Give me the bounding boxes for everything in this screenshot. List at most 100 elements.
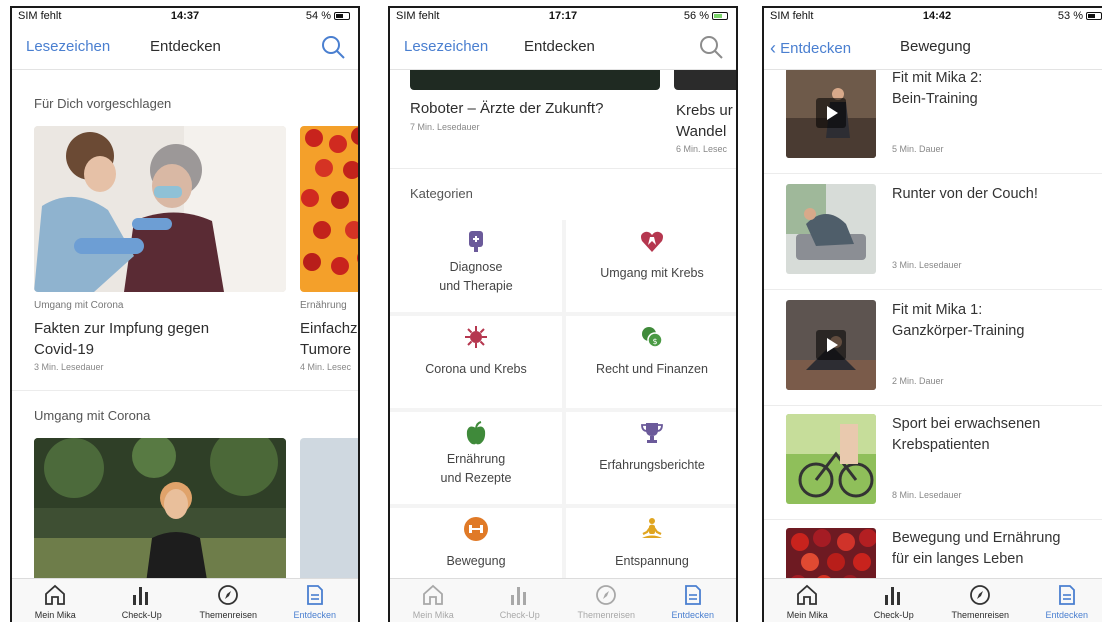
tab-label: Entdecken bbox=[293, 610, 337, 620]
nav-bar: Lesezeichen Entdecken bbox=[12, 26, 358, 70]
article-card[interactable]: Umgang mit Corona Fakten zur Impfung geg… bbox=[34, 126, 286, 386]
battery-icon bbox=[1086, 12, 1102, 21]
item-duration: 2 Min. Dauer bbox=[892, 376, 944, 386]
back-button[interactable]: ‹ Entdecken bbox=[770, 38, 851, 59]
category-ernaehrung[interactable]: Ernährung und Rezepte bbox=[390, 412, 562, 504]
article-image-partial[interactable] bbox=[674, 70, 736, 90]
chevron-left-icon: ‹ bbox=[770, 38, 776, 58]
article-category: Ernährung bbox=[300, 300, 347, 311]
tab-mein-mika[interactable]: Mein Mika bbox=[12, 579, 99, 622]
category-diagnose[interactable]: Diagnose und Therapie bbox=[390, 220, 562, 312]
category-corona[interactable]: Corona und Krebs bbox=[390, 316, 562, 408]
article-reading-time: 4 Min. Lesec bbox=[300, 362, 352, 372]
article-title[interactable]: Krebs ur Wandel bbox=[676, 100, 733, 142]
article-card[interactable]: Ernährung Einfachz Tumore 4 Min. Lesec bbox=[300, 126, 358, 386]
list-item[interactable]: Bewegung und Ernährung für ein langes Le… bbox=[764, 524, 1102, 578]
list-item[interactable]: Runter von der Couch! 3 Min. Lesedauer bbox=[764, 180, 1102, 290]
apple-icon bbox=[466, 421, 486, 445]
back-label: Entdecken bbox=[780, 40, 852, 57]
battery-label: 53 % bbox=[1057, 10, 1083, 22]
article-image-woman-park[interactable] bbox=[34, 438, 286, 578]
article-thumbnail bbox=[786, 528, 876, 578]
tab-mein-mika[interactable]: Mein Mika bbox=[390, 579, 477, 622]
category-grid: Diagnose und Therapie Umgang mit Krebs C… bbox=[390, 220, 736, 578]
play-icon bbox=[816, 98, 846, 128]
divider bbox=[12, 390, 358, 391]
bookmarks-link[interactable]: Lesezeichen bbox=[26, 38, 110, 55]
compass-icon bbox=[970, 585, 991, 605]
content: Fit mit Mika 2: Bein-Training 5 Min. Dau… bbox=[764, 70, 1102, 578]
article-category: Umgang mit Corona bbox=[34, 300, 124, 311]
section-heading-categories: Kategorien bbox=[410, 186, 473, 201]
category-label: Entspannung bbox=[615, 554, 689, 568]
battery-status: 53 % bbox=[1058, 10, 1102, 22]
tab-check-up[interactable]: Check-Up bbox=[851, 579, 938, 622]
tab-check-up[interactable]: Check-Up bbox=[99, 579, 186, 622]
tab-label: Themenreisen bbox=[577, 610, 636, 620]
status-bar: SIM fehlt 17:17 56 % bbox=[390, 8, 736, 26]
category-umgang-mit-krebs[interactable]: Umgang mit Krebs bbox=[566, 220, 736, 312]
category-label: Erfahrungsberichte bbox=[599, 458, 705, 472]
content: Roboter – Ärzte der Zukunft? 7 Min. Lese… bbox=[390, 70, 736, 578]
category-label: Umgang mit Krebs bbox=[600, 266, 704, 280]
trophy-icon bbox=[641, 423, 663, 443]
list-item[interactable]: Sport bei erwachsenen Krebspatienten 8 M… bbox=[764, 410, 1102, 520]
tab-entdecken[interactable]: Entdecken bbox=[650, 579, 737, 622]
tab-label: Mein Mika bbox=[786, 610, 828, 620]
document-icon bbox=[1058, 585, 1075, 605]
virus-icon bbox=[465, 326, 487, 348]
svg-text:$: $ bbox=[653, 337, 658, 346]
battery-label: 54 % bbox=[305, 10, 331, 22]
tab-mein-mika[interactable]: Mein Mika bbox=[764, 579, 851, 622]
article-thumbnail bbox=[786, 184, 876, 274]
tab-themenreisen[interactable]: Themenreisen bbox=[937, 579, 1024, 622]
bookmarks-link[interactable]: Lesezeichen bbox=[404, 38, 488, 55]
coins-icon: $ bbox=[642, 327, 663, 348]
category-bewegung[interactable]: Bewegung bbox=[390, 508, 562, 578]
compass-icon bbox=[596, 585, 617, 605]
dumbbell-icon bbox=[464, 517, 488, 541]
list-item[interactable]: Fit mit Mika 2: Bein-Training 5 Min. Dau… bbox=[764, 70, 1102, 174]
category-label: Corona und Krebs bbox=[425, 362, 527, 376]
tab-entdecken[interactable]: Entdecken bbox=[272, 579, 359, 622]
bar-chart-icon bbox=[510, 587, 526, 605]
section-heading-suggested: Für Dich vorgeschlagen bbox=[34, 96, 172, 111]
content: Für Dich vorgeschlagen Umgang mit Corona… bbox=[12, 70, 358, 578]
item-reading-time: 3 Min. Lesedauer bbox=[892, 260, 962, 270]
category-entspannung[interactable]: Entspannung bbox=[566, 508, 736, 578]
search-icon[interactable] bbox=[320, 34, 346, 60]
tab-label: Themenreisen bbox=[199, 610, 258, 620]
battery-status: 54 % bbox=[306, 10, 350, 22]
article-image-robot[interactable] bbox=[410, 70, 660, 90]
item-title: Bewegung und Ernährung für ein langes Le… bbox=[892, 530, 1061, 567]
search-icon[interactable] bbox=[698, 34, 724, 60]
home-icon bbox=[423, 584, 444, 605]
status-bar: SIM fehlt 14:37 54 % bbox=[12, 8, 358, 26]
category-recht-finanzen[interactable]: $ Recht und Finanzen bbox=[566, 316, 736, 408]
battery-icon bbox=[334, 12, 350, 21]
tab-label: Check-Up bbox=[121, 610, 162, 620]
tab-entdecken[interactable]: Entdecken bbox=[1024, 579, 1102, 622]
article-title[interactable]: Roboter – Ärzte der Zukunft? bbox=[410, 100, 603, 117]
list-item[interactable]: Fit mit Mika 1: Ganzkörper-Training 2 Mi… bbox=[764, 296, 1102, 406]
category-label: Recht und Finanzen bbox=[596, 362, 708, 376]
item-title: Runter von der Couch! bbox=[892, 186, 1038, 202]
article-reading-time: 3 Min. Lesedauer bbox=[34, 362, 104, 372]
phone-screen-bewegung: SIM fehlt 14:42 53 % ‹ Entdecken Bewegun… bbox=[762, 6, 1102, 622]
ribbon-heart-icon bbox=[641, 231, 663, 252]
category-erfahrungsberichte[interactable]: Erfahrungsberichte bbox=[566, 412, 736, 504]
category-label: Diagnose und Therapie bbox=[439, 260, 513, 293]
tab-themenreisen[interactable]: Themenreisen bbox=[563, 579, 650, 622]
phone-screen-categories: SIM fehlt 17:17 56 % Lesezeichen Entdeck… bbox=[388, 6, 738, 622]
home-icon bbox=[797, 584, 818, 605]
tab-check-up[interactable]: Check-Up bbox=[477, 579, 564, 622]
article-reading-time: 7 Min. Lesedauer bbox=[410, 122, 480, 132]
article-image-partial[interactable] bbox=[300, 438, 358, 578]
item-title: Sport bei erwachsenen Krebspatienten bbox=[892, 416, 1041, 453]
home-icon bbox=[45, 584, 66, 605]
tab-label: Check-Up bbox=[873, 610, 914, 620]
video-thumbnail bbox=[786, 70, 876, 158]
tab-label: Mein Mika bbox=[34, 610, 76, 620]
tab-themenreisen[interactable]: Themenreisen bbox=[185, 579, 272, 622]
bar-chart-icon bbox=[884, 587, 900, 605]
